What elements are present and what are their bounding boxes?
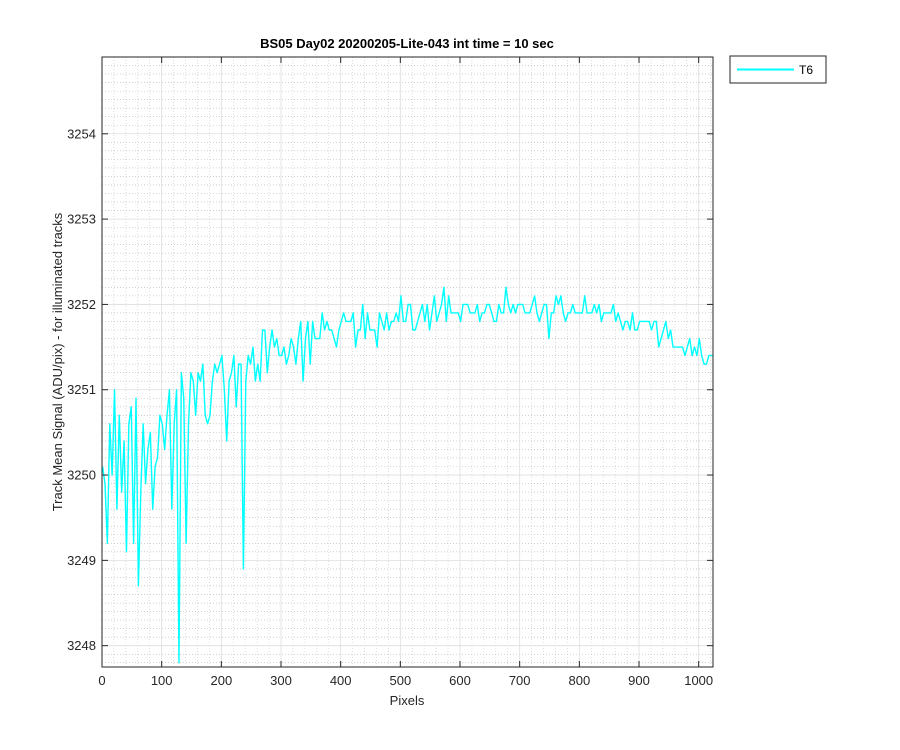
chart-figure: 0 100 200 300 400 500 600 700 800 900 1000 3248 324… [0,0,900,750]
x-tick-label: 800 [568,673,590,688]
plot-area [102,57,713,667]
x-tick-label: 700 [509,673,531,688]
y-tick-label: 3253 [67,212,96,227]
x-tick-label: 500 [389,673,411,688]
chart-title: BS05 Day02 20200205-Lite-043 int time = … [260,36,554,51]
y-axis-label: Track Mean Signal (ADU/pix) - for illumi… [50,212,65,511]
x-tick-label: 900 [628,673,650,688]
x-tick-label: 200 [210,673,232,688]
x-tick-label: 300 [270,673,292,688]
y-tick-label: 3248 [67,638,96,653]
x-tick-label: 1000 [684,673,713,688]
y-tick-label: 3252 [67,297,96,312]
y-tick-label: 3251 [67,382,96,397]
x-axis-label: Pixels [390,693,425,708]
y-tick-label: 3250 [67,468,96,483]
x-tick-label: 0 [98,673,105,688]
x-tick-label: 400 [330,673,352,688]
legend-label-t6: T6 [799,63,813,77]
y-tick-label: 3249 [67,553,96,568]
y-tick-label: 3254 [67,126,96,141]
x-tick-label: 100 [151,673,173,688]
x-tick-label: 600 [449,673,471,688]
legend: T6 [729,55,827,84]
